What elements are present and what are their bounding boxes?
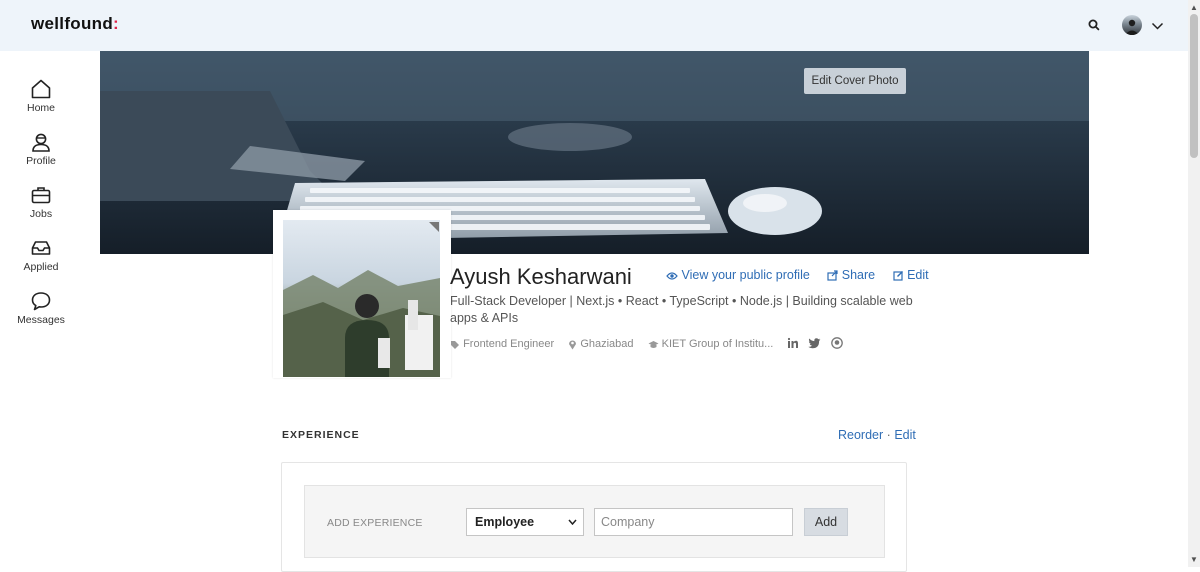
sidebar-item-label: Jobs bbox=[29, 208, 53, 220]
sidebar-item-profile[interactable]: Profile bbox=[0, 131, 82, 179]
avatar[interactable] bbox=[1122, 15, 1142, 35]
top-navbar: wellfound: bbox=[0, 0, 1188, 51]
scroll-up-arrow-icon[interactable]: ▲ bbox=[1190, 3, 1198, 12]
add-experience-form: ADD EXPERIENCE Employee Company Add bbox=[304, 485, 885, 558]
share-link[interactable]: Share bbox=[827, 268, 875, 282]
graduation-cap-icon bbox=[648, 341, 659, 348]
profile-photo[interactable] bbox=[283, 220, 440, 377]
sidebar-item-applied[interactable]: Applied bbox=[0, 237, 82, 285]
scrollbar-thumb[interactable] bbox=[1190, 14, 1198, 158]
sidebar-item-messages[interactable]: Messages bbox=[0, 290, 82, 338]
separator-dot: · bbox=[886, 428, 891, 442]
cover-photo: Edit Cover Photo bbox=[100, 51, 1089, 254]
page-scrollbar[interactable]: ▲ ▼ bbox=[1188, 0, 1200, 567]
search-icon[interactable] bbox=[1086, 17, 1102, 33]
home-icon bbox=[31, 79, 51, 99]
experience-section-title: EXPERIENCE bbox=[282, 429, 360, 441]
edit-profile-link[interactable]: Edit bbox=[893, 268, 929, 282]
company-input[interactable]: Company bbox=[594, 508, 793, 536]
edit-experience-link[interactable]: Edit bbox=[894, 428, 916, 442]
user-icon bbox=[32, 133, 50, 152]
experience-actions: Reorder · Edit bbox=[838, 428, 916, 442]
profile-actions: View your public profile Share Edit bbox=[666, 268, 943, 282]
profile-headline: Full-Stack Developer | Next.js • React •… bbox=[450, 294, 913, 325]
briefcase-icon bbox=[31, 187, 51, 204]
sidebar-item-label: Messages bbox=[17, 314, 65, 326]
location-tag: Ghaziabad bbox=[568, 338, 634, 350]
chat-bubble-icon bbox=[31, 292, 51, 311]
scroll-down-arrow-icon[interactable]: ▼ bbox=[1190, 555, 1198, 564]
employment-type-select[interactable]: Employee bbox=[466, 508, 584, 536]
wellfound-logo[interactable]: wellfound: bbox=[31, 14, 119, 34]
sidebar-item-label: Home bbox=[26, 102, 55, 114]
linkedin-icon[interactable] bbox=[787, 337, 799, 352]
inbox-icon bbox=[31, 241, 51, 255]
share-icon bbox=[827, 270, 838, 281]
github-icon[interactable] bbox=[830, 337, 843, 352]
cover-image bbox=[100, 51, 1089, 254]
sidebar-item-jobs[interactable]: Jobs bbox=[0, 184, 82, 232]
role-tag: Frontend Engineer bbox=[450, 338, 554, 350]
chevron-down-icon[interactable] bbox=[1151, 18, 1164, 30]
twitter-icon[interactable] bbox=[808, 337, 821, 352]
education-tag: KIET Group of Institu... bbox=[648, 338, 773, 350]
chevron-down-icon bbox=[568, 519, 577, 525]
reorder-link[interactable]: Reorder bbox=[838, 428, 883, 442]
add-experience-button[interactable]: Add bbox=[804, 508, 848, 536]
location-pin-icon bbox=[569, 340, 577, 350]
sidebar-item-label: Profile bbox=[26, 155, 56, 167]
profile-name: Ayush Kesharwani bbox=[450, 264, 632, 289]
experience-panel: ADD EXPERIENCE Employee Company Add bbox=[281, 462, 907, 572]
view-public-profile-link[interactable]: View your public profile bbox=[666, 268, 810, 282]
sidebar-item-home[interactable]: Home bbox=[0, 78, 82, 126]
tag-icon bbox=[451, 340, 459, 349]
edit-cover-photo-button[interactable]: Edit Cover Photo bbox=[804, 68, 906, 94]
sidebar-item-label: Applied bbox=[23, 261, 59, 273]
profile-meta: Frontend Engineer Ghaziabad KIET Group o… bbox=[450, 337, 849, 352]
edit-icon bbox=[893, 271, 903, 281]
add-experience-label: ADD EXPERIENCE bbox=[327, 517, 423, 529]
eye-icon bbox=[666, 272, 678, 280]
profile-photo-card bbox=[273, 210, 451, 378]
